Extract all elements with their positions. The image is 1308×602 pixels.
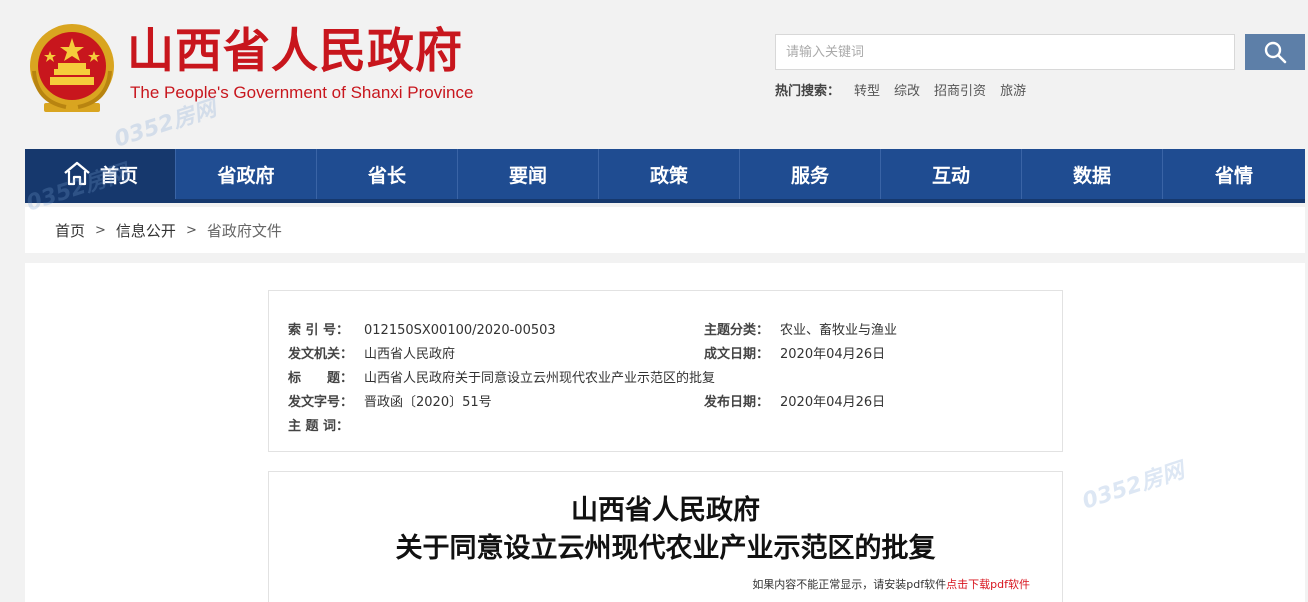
site-header: 山西省人民政府 The People's Government of Shanx… [0, 0, 1308, 145]
meta-topic-row: 主题分类： 农业、畜牧业与渔业 [704, 319, 897, 338]
nav-item-provincial-government[interactable]: 省政府 [176, 149, 317, 199]
meta-value: 2020年04月26日 [780, 395, 886, 410]
meta-docno-row: 发文字号： 晋政函〔2020〕51号 [288, 391, 492, 410]
pdf-download-link[interactable]: 点击下载pdf软件 [946, 578, 1030, 591]
meta-value: 2020年04月26日 [780, 347, 886, 362]
site-title[interactable]: 山西省人民政府 [127, 24, 463, 80]
search-button[interactable] [1245, 34, 1305, 70]
hot-search-term[interactable]: 综改 [894, 80, 920, 99]
site-subtitle: The People's Government of Shanxi Provin… [130, 83, 474, 102]
meta-created-row: 成文日期： 2020年04月26日 [704, 343, 885, 362]
content-panel: 索 引 号： 012150SX00100/2020-00503 主题分类： 农业、畜… [25, 263, 1305, 602]
meta-value: 山西省人民政府关于同意设立云州现代农业产业示范区的批复 [364, 371, 716, 386]
document-title-line1: 山西省人民政府 [571, 495, 760, 526]
breadcrumb-item-current: 省政府文件 [206, 221, 282, 240]
nav-item-policy[interactable]: 政策 [599, 149, 740, 199]
search-input[interactable] [775, 34, 1235, 70]
search-icon [1264, 41, 1287, 64]
hot-search-term[interactable]: 转型 [854, 80, 880, 99]
document-title-line2: 关于同意设立云州现代农业产业示范区的批复 [395, 533, 936, 564]
nav-item-data[interactable]: 数据 [1022, 149, 1163, 199]
meta-issuer-row: 发文机关： 山西省人民政府 [288, 343, 455, 362]
meta-keywords-row: 主 题 词： [288, 415, 364, 434]
hot-search-term[interactable]: 旅游 [1000, 80, 1026, 99]
meta-label: 主 题 词： [288, 419, 350, 434]
pdf-tip-text: 如果内容不能正常显示，请安装pdf软件 [752, 578, 947, 591]
hot-search: 热门搜索： 转型 综改 招商引资 旅游 [775, 80, 1026, 99]
nav-item-interaction[interactable]: 互动 [881, 149, 1022, 199]
home-icon [64, 161, 90, 186]
meta-value: 晋政函〔2020〕51号 [364, 395, 492, 410]
nav-item-home[interactable]: 首页 [25, 149, 176, 199]
meta-value: 农业、畜牧业与渔业 [780, 323, 898, 338]
breadcrumb-item-home[interactable]: 首页 [55, 220, 85, 241]
meta-value: 012150SX00100/2020-00503 [364, 323, 556, 338]
meta-label: 发文字号： [288, 395, 354, 410]
hot-search-label: 热门搜索： [775, 84, 841, 99]
pdf-tip: 如果内容不能正常显示，请安装pdf软件点击下载pdf软件 [752, 576, 1030, 592]
document-meta-table: 索 引 号： 012150SX00100/2020-00503 主题分类： 农业、畜… [268, 290, 1063, 452]
meta-title-row: 标 题： 山西省人民政府关于同意设立云州现代农业产业示范区的批复 [288, 367, 715, 386]
meta-index-row: 索 引 号： 012150SX00100/2020-00503 [288, 319, 556, 338]
nav-item-label: 首页 [99, 164, 138, 187]
nav-item-services[interactable]: 服务 [740, 149, 881, 199]
breadcrumb-separator: > [185, 222, 197, 238]
nav-item-news[interactable]: 要闻 [458, 149, 599, 199]
hot-search-term[interactable]: 招商引资 [934, 80, 986, 99]
meta-label: 发文机关： [288, 347, 354, 362]
breadcrumb: 首页 > 信息公开 > 省政府文件 [25, 207, 1305, 253]
breadcrumb-item-info-disclosure[interactable]: 信息公开 [116, 220, 176, 241]
meta-published-row: 发布日期： 2020年04月26日 [704, 391, 885, 410]
breadcrumb-separator: > [95, 222, 106, 238]
meta-label: 成文日期： [704, 347, 770, 362]
national-emblem-icon [30, 24, 114, 112]
meta-label: 索 引 号： [288, 323, 350, 338]
nav-item-governor[interactable]: 省长 [317, 149, 458, 199]
meta-label: 主题分类： [704, 323, 770, 338]
nav-item-province-info[interactable]: 省情 [1163, 149, 1305, 199]
document-body: 山西省人民政府 关于同意设立云州现代农业产业示范区的批复 如果内容不能正常显示，… [268, 471, 1063, 602]
main-nav: 首页 省政府 省长 要闻 政策 服务 互动 数据 省情 [25, 149, 1305, 203]
meta-label: 标 题： [288, 371, 354, 386]
meta-label: 发布日期： [704, 395, 770, 410]
meta-value: 山西省人民政府 [364, 347, 456, 362]
